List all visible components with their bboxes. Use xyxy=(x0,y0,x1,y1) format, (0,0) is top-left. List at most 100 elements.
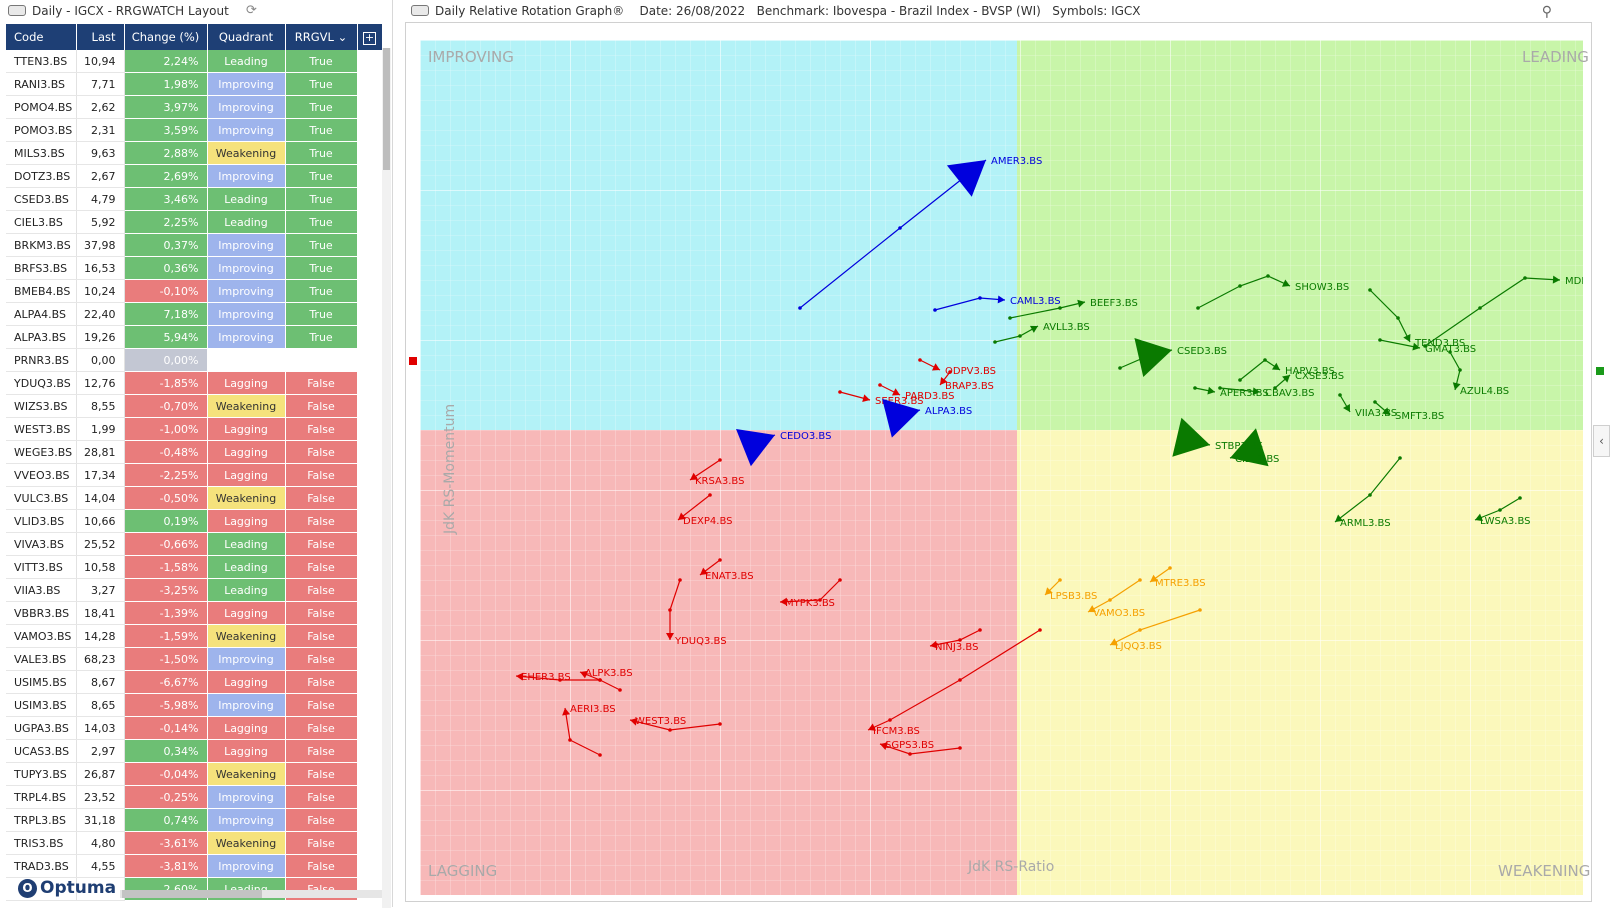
cell-last: 31,18 xyxy=(76,808,125,832)
table-row[interactable]: UCAS3.BS 2,97 0,34% Lagging False xyxy=(6,739,383,763)
cell-quadrant: Leading xyxy=(207,210,286,234)
cell-extra xyxy=(357,785,383,809)
cell-change: -0,10% xyxy=(124,279,208,303)
refresh-icon[interactable]: ⟳ xyxy=(246,0,257,22)
cell-change: -1,58% xyxy=(124,555,208,579)
table-row[interactable]: VALE3.BS 68,23 -1,50% Improving False xyxy=(6,647,383,671)
table-row[interactable]: POMO3.BS 2,31 3,59% Improving True xyxy=(6,118,383,142)
col-header-code[interactable]: Code xyxy=(6,24,77,50)
table-row[interactable]: WEST3.BS 1,99 -1,00% Lagging False xyxy=(6,417,383,441)
series-point xyxy=(1193,386,1197,390)
table-row[interactable]: CIEL3.BS 5,92 2,25% Leading True xyxy=(6,210,383,234)
series-point xyxy=(718,558,722,562)
cell-last: 68,23 xyxy=(76,647,125,671)
cell-rrgvl: False xyxy=(285,394,358,418)
table-row[interactable]: VULC3.BS 14,04 -0,50% Weakening False xyxy=(6,486,383,510)
hscrollbar-thumb[interactable] xyxy=(122,890,262,898)
series-point xyxy=(1373,400,1377,404)
cell-code: WEGE3.BS xyxy=(6,440,77,464)
series-point xyxy=(1338,393,1342,397)
table-row[interactable]: USIM5.BS 8,67 -6,67% Lagging False xyxy=(6,670,383,694)
table-row[interactable]: VITT3.BS 10,58 -1,58% Leading False xyxy=(6,555,383,579)
series-point xyxy=(1523,276,1527,280)
col-header-change[interactable]: Change (%) xyxy=(124,24,208,50)
cell-quadrant: Improving xyxy=(207,693,286,717)
cell-change: 0,37% xyxy=(124,233,208,257)
cell-last: 2,62 xyxy=(76,95,125,119)
right-axis-marker[interactable] xyxy=(1596,367,1604,375)
col-header-last[interactable]: Last xyxy=(76,24,125,50)
table-row[interactable]: TRPL3.BS 31,18 0,74% Improving False xyxy=(6,808,383,832)
cell-last: 14,28 xyxy=(76,624,125,648)
table-row[interactable]: CSED3.BS 4,79 3,46% Leading True xyxy=(6,187,383,211)
scrollbar-thumb[interactable] xyxy=(383,48,390,170)
chevron-down-icon[interactable]: ⌄ xyxy=(338,30,348,44)
table-row[interactable]: YDUQ3.BS 12,76 -1,85% Lagging False xyxy=(6,371,383,395)
cell-extra xyxy=(357,624,383,648)
cell-code: TTEN3.BS xyxy=(6,50,77,73)
series-point xyxy=(1138,578,1142,582)
series-label: ENAT3.BS xyxy=(705,571,754,582)
table-row[interactable]: TUPY3.BS 26,87 -0,04% Weakening False xyxy=(6,762,383,786)
series-point xyxy=(1108,598,1112,602)
table-row[interactable]: ALPA4.BS 22,40 7,18% Improving True xyxy=(6,302,383,326)
col-header-quadrant[interactable]: Quadrant xyxy=(207,24,286,50)
table-row[interactable]: ALPA3.BS 19,26 5,94% Improving True xyxy=(6,325,383,349)
add-column-button[interactable]: + xyxy=(357,24,383,50)
cell-quadrant: Improving xyxy=(207,302,286,326)
table-row[interactable]: VBBR3.BS 18,41 -1,39% Lagging False xyxy=(6,601,383,625)
table-row[interactable]: DOTZ3.BS 2,67 2,69% Improving True xyxy=(6,164,383,188)
table-row[interactable]: PRNR3.BS 0,00 0,00% xyxy=(6,348,383,372)
table-row[interactable]: POMO4.BS 2,62 3,97% Improving True xyxy=(6,95,383,119)
table-row[interactable]: TRIS3.BS 4,80 -3,61% Weakening False xyxy=(6,831,383,855)
cell-last: 23,52 xyxy=(76,785,125,809)
cell-rrgvl: True xyxy=(285,233,358,257)
table-row[interactable]: TRPL4.BS 23,52 -0,25% Improving False xyxy=(6,785,383,809)
cell-code: VIVA3.BS xyxy=(6,532,77,556)
table-row[interactable]: VLID3.BS 10,66 0,19% Lagging False xyxy=(6,509,383,533)
pin-icon[interactable]: ⚲ xyxy=(1542,4,1552,20)
cell-code: RANI3.BS xyxy=(6,72,77,96)
table-row[interactable]: WIZS3.BS 8,55 -0,70% Weakening False xyxy=(6,394,383,418)
cell-last: 28,81 xyxy=(76,440,125,464)
left-axis-marker[interactable] xyxy=(409,357,417,365)
vertical-scrollbar[interactable] xyxy=(382,48,391,908)
table-row[interactable]: TRAD3.BS 4,55 -3,81% Improving False xyxy=(6,854,383,878)
cell-change: 2,69% xyxy=(124,164,208,188)
series-label: NINJ3.BS xyxy=(935,642,978,653)
table-row[interactable]: WEGE3.BS 28,81 -0,48% Lagging False xyxy=(6,440,383,464)
series-point xyxy=(568,738,572,742)
cell-extra xyxy=(357,509,383,533)
series-point xyxy=(1266,274,1270,278)
cell-code: POMO4.BS xyxy=(6,95,77,119)
table-row[interactable]: VAMO3.BS 14,28 -1,59% Weakening False xyxy=(6,624,383,648)
table-row[interactable]: VIVA3.BS 25,52 -0,66% Leading False xyxy=(6,532,383,556)
series-point xyxy=(708,493,712,497)
table-row[interactable]: VIIA3.BS 3,27 -3,25% Leading False xyxy=(6,578,383,602)
cell-last: 8,65 xyxy=(76,693,125,717)
table-row[interactable]: UGPA3.BS 14,03 -0,14% Lagging False xyxy=(6,716,383,740)
cell-last: 22,40 xyxy=(76,302,125,326)
cell-last: 37,98 xyxy=(76,233,125,257)
cell-rrgvl: True xyxy=(285,302,358,326)
table-row[interactable]: RANI3.BS 7,71 1,98% Improving True xyxy=(6,72,383,96)
horizontal-scrollbar[interactable] xyxy=(120,890,382,898)
series-point xyxy=(1138,628,1142,632)
cell-rrgvl: False xyxy=(285,693,358,717)
table-row[interactable]: VVEO3.BS 17,34 -2,25% Lagging False xyxy=(6,463,383,487)
table-row[interactable]: BMEB4.BS 10,24 -0,10% Improving True xyxy=(6,279,383,303)
cell-code: VULC3.BS xyxy=(6,486,77,510)
series-point xyxy=(908,752,912,756)
cell-code: CIEL3.BS xyxy=(6,210,77,234)
cell-quadrant: Weakening xyxy=(207,394,286,418)
table-row[interactable]: TTEN3.BS 10,94 2,24% Leading True xyxy=(6,50,383,73)
col-header-rrgvl[interactable]: RRGVL ⌄ xyxy=(285,24,358,50)
table-row[interactable]: BRKM3.BS 37,98 0,37% Improving True xyxy=(6,233,383,257)
cell-rrgvl: False xyxy=(285,739,358,763)
table-row[interactable]: BRFS3.BS 16,53 0,36% Improving True xyxy=(6,256,383,280)
series-point xyxy=(978,296,982,300)
table-row[interactable]: MILS3.BS 9,63 2,88% Weakening True xyxy=(6,141,383,165)
table-row[interactable]: USIM3.BS 8,65 -5,98% Improving False xyxy=(6,693,383,717)
collapse-tab[interactable]: ‹ xyxy=(1593,425,1610,457)
cell-quadrant: Lagging xyxy=(207,371,286,395)
